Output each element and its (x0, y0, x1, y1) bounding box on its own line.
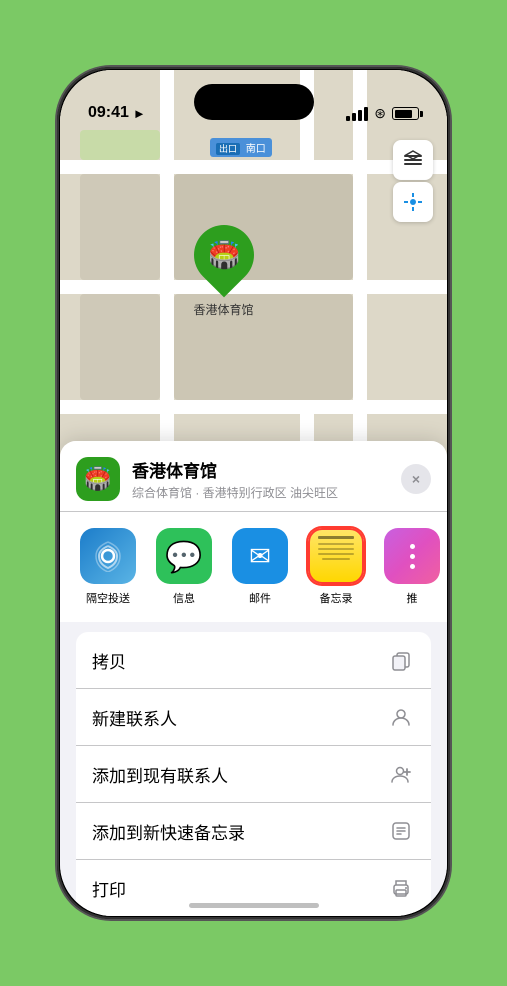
share-item-notes[interactable]: 备忘录 (304, 528, 368, 606)
action-add-notes-label: 添加到新快速备忘录 (92, 819, 387, 844)
pin-label: 香港体育馆 (194, 301, 254, 318)
signal-bar-3 (358, 110, 362, 121)
venue-info: 香港体育馆 综合体育馆 · 香港特别行政区 油尖旺区 (132, 457, 389, 501)
more-dots (410, 544, 415, 569)
wifi-icon: ⊛ (374, 105, 386, 122)
map-controls (393, 140, 433, 222)
location-pin: 🏟️ 香港体育馆 (194, 225, 254, 318)
mail-label: 邮件 (249, 590, 271, 606)
notes-icon (308, 528, 364, 584)
pin-venue-icon: 🏟️ (207, 240, 239, 271)
close-button[interactable]: × (401, 464, 431, 494)
airdrop-icon (80, 528, 136, 584)
share-item-airdrop[interactable]: 隔空投送 (76, 528, 140, 606)
map-label-icon: 出口 (216, 143, 240, 155)
map-road-h3 (60, 400, 447, 414)
notes-line-2 (318, 543, 354, 545)
airdrop-label: 隔空投送 (86, 590, 130, 606)
notes-line-4 (318, 553, 354, 555)
status-time: 09:41 (88, 104, 129, 122)
map-block-left2 (80, 294, 160, 400)
action-new-contact-label: 新建联系人 (92, 705, 387, 730)
signal-bars-icon (346, 107, 368, 121)
action-add-contact-label: 添加到现有联系人 (92, 762, 387, 787)
messages-label: 信息 (173, 590, 195, 606)
dynamic-island (194, 84, 314, 120)
share-item-messages[interactable]: 💬 信息 (152, 528, 216, 606)
share-item-mail[interactable]: ✉ 邮件 (228, 528, 292, 606)
action-copy[interactable]: 拷贝 (76, 632, 431, 689)
print-icon (387, 874, 415, 902)
notes-line-5 (322, 558, 351, 560)
phone-frame: 09:41 ► ⊛ (57, 67, 450, 919)
notes-line-1 (318, 536, 354, 539)
venue-name: 香港体育馆 (132, 457, 389, 482)
notes-line-3 (318, 548, 354, 550)
action-new-contact[interactable]: 新建联系人 (76, 689, 431, 746)
notes-label: 备忘录 (320, 590, 353, 606)
messages-icon: 💬 (156, 528, 212, 584)
battery-fill (395, 110, 413, 118)
bottom-sheet: 🏟️ 香港体育馆 综合体育馆 · 香港特别行政区 油尖旺区 × (60, 441, 447, 916)
map-block-left (80, 174, 160, 280)
map-layers-button[interactable] (393, 140, 433, 180)
signal-bar-1 (346, 116, 350, 121)
action-print-label: 打印 (92, 876, 387, 901)
location-arrow-icon: ► (133, 106, 146, 121)
more-dot-1 (410, 544, 415, 549)
add-contact-icon (387, 760, 415, 788)
copy-icon (387, 646, 415, 674)
more-dot-3 (410, 564, 415, 569)
more-label: 推 (407, 590, 418, 606)
action-add-notes[interactable]: 添加到新快速备忘录 (76, 803, 431, 860)
more-icon (384, 528, 440, 584)
new-contact-icon (387, 703, 415, 731)
share-row: 隔空投送 💬 信息 ✉ 邮件 (60, 511, 447, 622)
action-copy-label: 拷贝 (92, 648, 387, 673)
sheet-header: 🏟️ 香港体育馆 综合体育馆 · 香港特别行政区 油尖旺区 × (60, 441, 447, 511)
map-location-button[interactable] (393, 182, 433, 222)
map-block-park (80, 130, 160, 160)
venue-icon: 🏟️ (76, 457, 120, 501)
add-notes-icon (387, 817, 415, 845)
pin-circle: 🏟️ (181, 213, 266, 298)
signal-bar-2 (352, 113, 356, 121)
map-label-text: 南口 (246, 144, 266, 155)
home-indicator (189, 903, 319, 908)
battery-icon (392, 107, 419, 120)
signal-bar-4 (364, 107, 368, 121)
action-list: 拷贝 新建联系人 (76, 632, 431, 916)
phone-screen: 09:41 ► ⊛ (60, 70, 447, 916)
more-dot-2 (410, 554, 415, 559)
map-label-nankou: 出口 南口 (210, 138, 272, 157)
map-road-h1 (60, 160, 447, 174)
status-icons: ⊛ (346, 105, 419, 122)
mail-icon: ✉ (232, 528, 288, 584)
venue-subtitle: 综合体育馆 · 香港特别行政区 油尖旺区 (132, 484, 389, 501)
share-item-more[interactable]: 推 (380, 528, 444, 606)
action-add-contact[interactable]: 添加到现有联系人 (76, 746, 431, 803)
